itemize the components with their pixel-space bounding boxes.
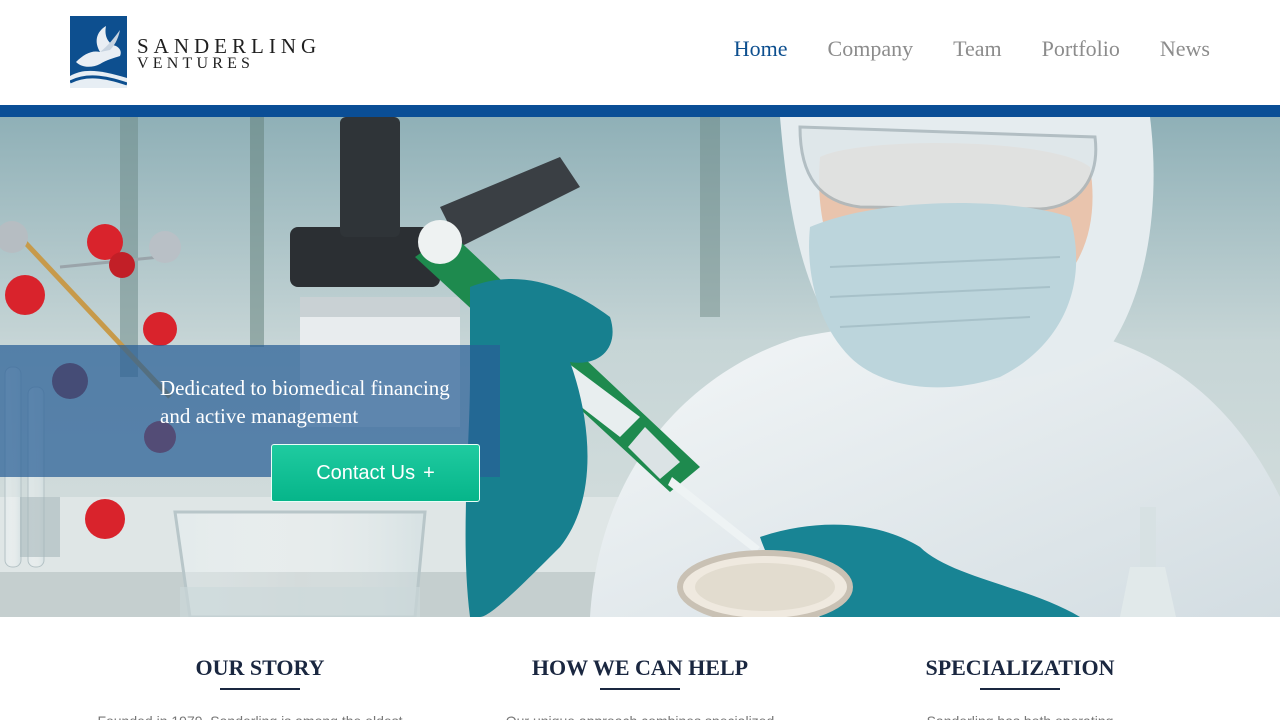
hero-banner: Dedicated to biomedical financing and ac… <box>0 117 1280 617</box>
plus-icon: + <box>423 461 435 484</box>
nav-item-portfolio[interactable]: Portfolio <box>1042 36 1120 62</box>
section-underline <box>600 688 680 690</box>
logo[interactable]: SANDERLING VENTURES <box>70 16 321 88</box>
nav-item-team[interactable]: Team <box>953 36 1002 62</box>
site-header: SANDERLING VENTURES Home Company Team Po… <box>0 0 1280 105</box>
logo-wordmark: SANDERLING VENTURES <box>137 32 321 72</box>
header-divider-bar <box>0 105 1280 117</box>
main-nav: Home Company Team Portfolio News <box>734 36 1210 62</box>
logo-line-1: SANDERLING <box>137 34 322 58</box>
section-title-how-we-can-help: HOW WE CAN HELP <box>531 655 749 680</box>
sanderling-bird-logo-icon <box>70 16 127 88</box>
section-title-specialization: SPECIALIZATION <box>925 655 1115 680</box>
nav-item-company[interactable]: Company <box>828 36 914 62</box>
section-underline <box>980 688 1060 690</box>
hero-tagline: Dedicated to biomedical financing and ac… <box>160 376 450 428</box>
logo-line-2: VENTURES <box>137 55 255 72</box>
section-underline <box>220 688 300 690</box>
contact-us-button[interactable]: Contact Us + <box>271 444 480 502</box>
nav-item-home[interactable]: Home <box>734 36 788 62</box>
contact-us-label: Contact Us <box>316 461 416 484</box>
section-title-our-story: OUR STORY <box>195 655 325 680</box>
section-body-specialization: Sanderling has both operating <box>855 712 1185 720</box>
section-body-our-story: Founded in 1979, Sanderling is among the… <box>85 712 415 720</box>
nav-item-news[interactable]: News <box>1160 36 1210 62</box>
section-body-how-we-can-help: Our unique approach combines specialized <box>475 712 805 720</box>
